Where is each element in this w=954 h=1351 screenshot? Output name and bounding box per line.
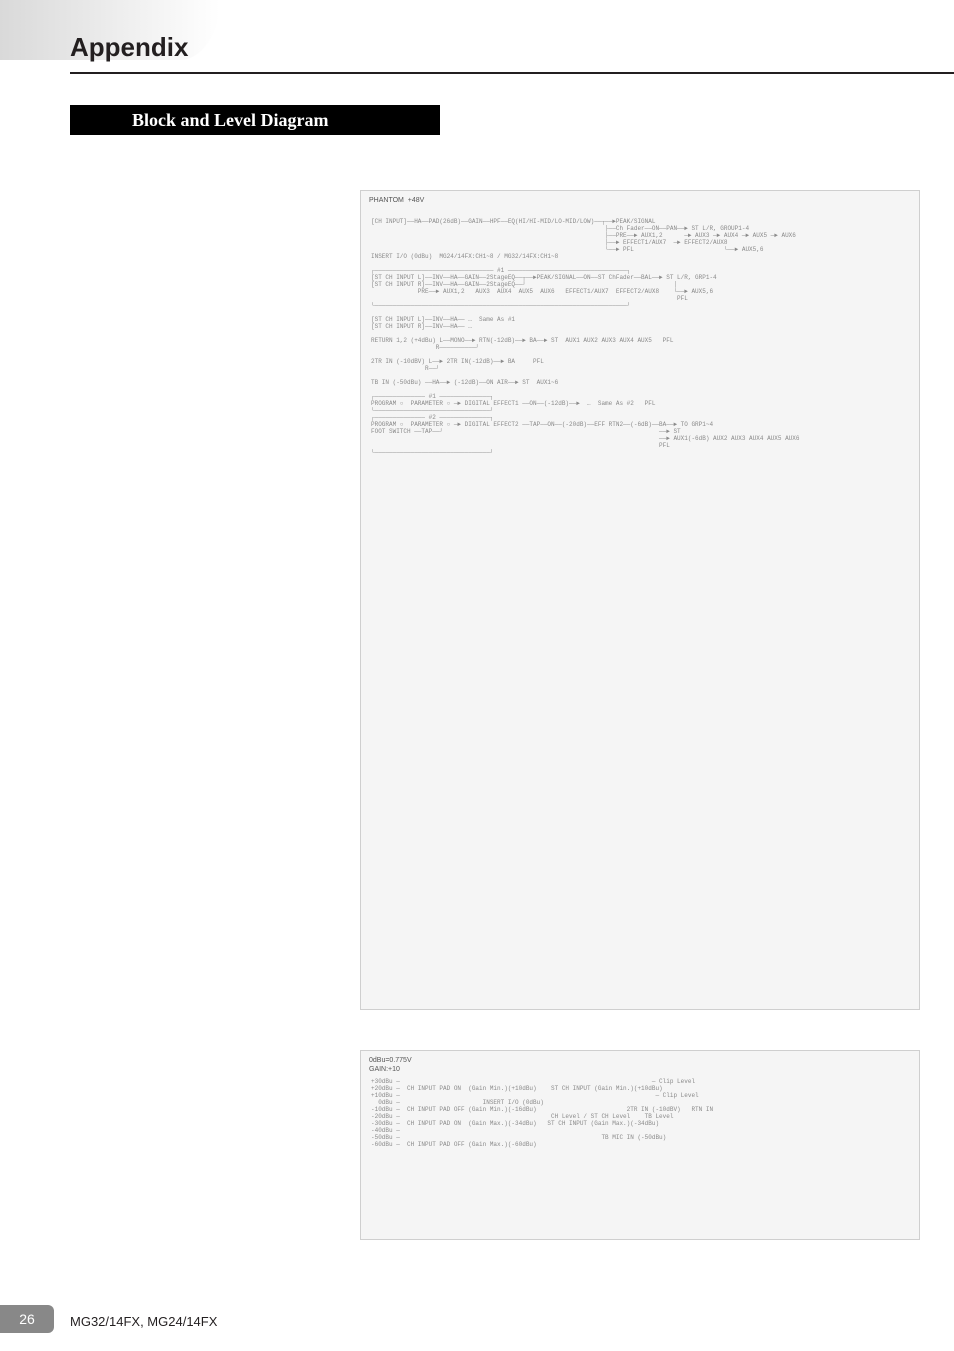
section-heading-text: Block and Level Diagram xyxy=(132,110,329,131)
chapter-rule xyxy=(70,72,954,74)
block-diagram-phantom-label: PHANTOM +48V xyxy=(369,197,424,206)
level-diagram-ref: 0dBu=0.775V GAIN:+10 xyxy=(369,1057,412,1075)
level-diagram-plot: +30dBu ─ ─ Clip Level +20dBu ─ CH INPUT … xyxy=(361,1051,919,1165)
block-diagram-figure: PHANTOM +48V [CH INPUT]──HA──PAD(26dB)──… xyxy=(360,190,920,1010)
section-heading-bar: Block and Level Diagram xyxy=(70,105,440,135)
page-number-tab: 26 xyxy=(0,1305,54,1333)
level-diagram-figure: 0dBu=0.775V GAIN:+10 +30dBu ─ ─ Clip Lev… xyxy=(360,1050,920,1240)
page-number: 26 xyxy=(19,1311,35,1327)
block-diagram-schematic: [CH INPUT]──HA──PAD(26dB)──GAIN──HPF──EQ… xyxy=(361,191,919,473)
chapter-title: Appendix xyxy=(70,32,188,63)
product-model-footer: MG32/14FX, MG24/14FX xyxy=(70,1314,217,1329)
